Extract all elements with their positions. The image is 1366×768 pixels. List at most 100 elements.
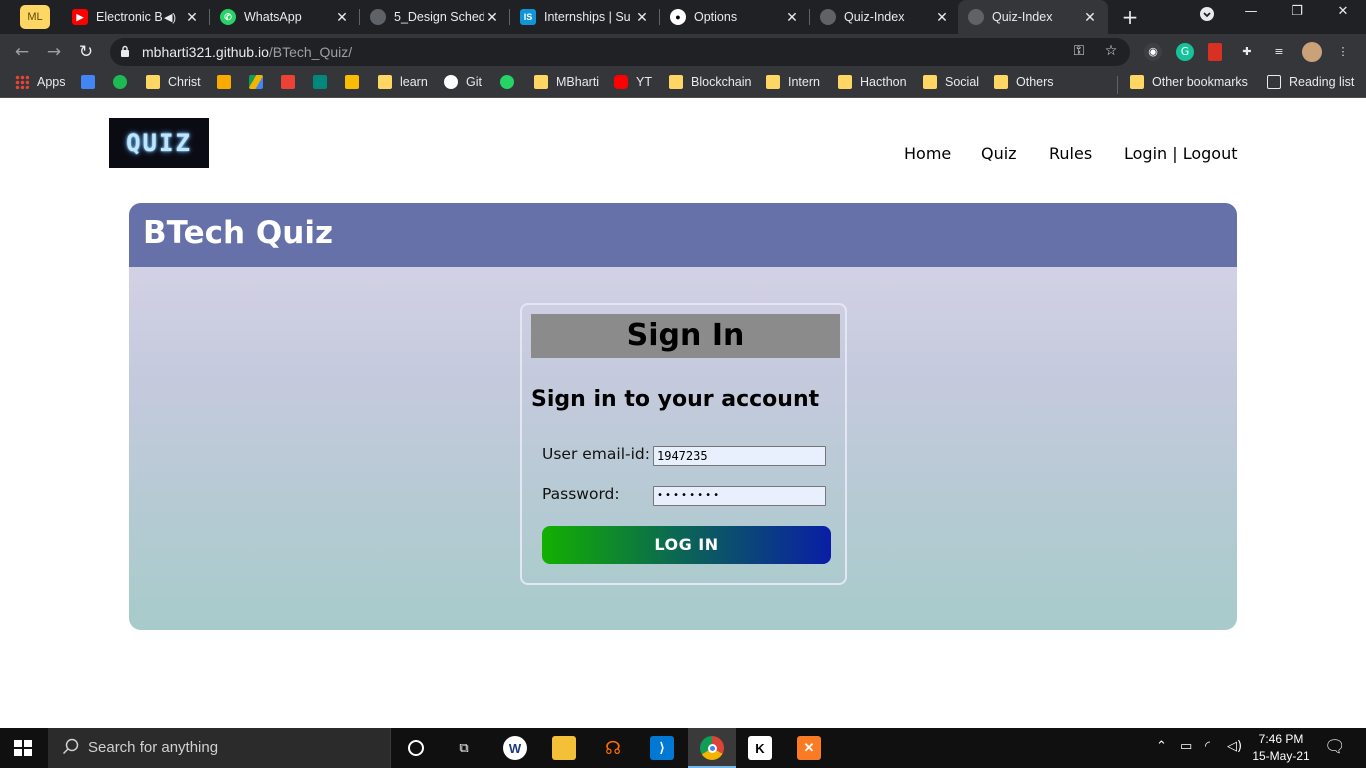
bookmark-others[interactable]: Others xyxy=(994,75,1054,89)
bookmark-google-keep[interactable] xyxy=(345,75,367,89)
bookmark-spotify[interactable] xyxy=(113,75,135,89)
avatar[interactable] xyxy=(1302,42,1322,62)
browser-toolbar: ← → ↻ mbharti321.github.io/BTech_Quiz/ ⚿… xyxy=(0,34,1366,70)
close-tab-icon[interactable]: ✕ xyxy=(934,9,950,26)
bookmark-git[interactable]: Git xyxy=(444,75,482,89)
grammarly-icon[interactable]: G xyxy=(1176,43,1194,61)
nav-home[interactable]: Home xyxy=(904,144,951,163)
bookmark-social[interactable]: Social xyxy=(923,75,979,89)
google-translate-icon xyxy=(81,75,95,89)
bookmark-label: Intern xyxy=(788,75,820,89)
close-tab-icon[interactable]: ✕ xyxy=(484,9,500,26)
forward-icon[interactable]: → xyxy=(43,41,65,63)
close-window-icon[interactable]: ✕ xyxy=(1328,4,1358,19)
close-tab-icon[interactable]: ✕ xyxy=(634,9,650,26)
close-tab-icon[interactable]: ✕ xyxy=(1082,9,1098,26)
eclipse-icon[interactable]: ☊ xyxy=(601,736,625,760)
browser-tab-strip: ML ▶ Electronic B ◀) ✕ ✆ WhatsApp ✕ 5_De… xyxy=(0,0,1366,34)
nav-quiz[interactable]: Quiz xyxy=(981,144,1017,163)
password-field[interactable]: •••••••• xyxy=(653,486,826,506)
extension-owl-icon[interactable]: ◉ xyxy=(1144,43,1162,61)
file-explorer-icon[interactable] xyxy=(552,736,576,760)
web-page: QUIZ Home Quiz Rules Login | Logout BTec… xyxy=(0,98,1366,728)
apps-grid-icon xyxy=(15,75,29,89)
close-tab-icon[interactable]: ✕ xyxy=(784,9,800,26)
tab-quiz-index-active[interactable]: Quiz-Index ✕ xyxy=(958,0,1108,34)
reading-list[interactable]: Reading list xyxy=(1267,75,1354,89)
tab-title: Electronic B xyxy=(96,10,162,24)
nav-login-logout[interactable]: Login | Logout xyxy=(1124,144,1238,163)
bookmark-blockchain[interactable]: Blockchain xyxy=(669,75,751,89)
extensions-puzzle-icon[interactable]: ✚ xyxy=(1238,43,1256,61)
bookmark-learn[interactable]: learn xyxy=(378,75,428,89)
tab-design-schedule[interactable]: 5_Design Schedu ✕ xyxy=(360,0,510,34)
menu-kebab-icon[interactable]: ⋮ xyxy=(1334,43,1352,61)
close-tab-icon[interactable]: ✕ xyxy=(334,9,350,26)
profile-badge[interactable]: ML xyxy=(20,5,50,29)
taskbar-clock[interactable]: 7:46 PM 15-May-21 xyxy=(1250,731,1312,765)
vscode-icon[interactable]: ⟩ xyxy=(650,736,674,760)
windows-start-icon[interactable] xyxy=(14,740,32,756)
extension-red-icon[interactable] xyxy=(1208,43,1222,61)
back-icon[interactable]: ← xyxy=(11,41,33,63)
tab-quiz-index[interactable]: Quiz-Index ✕ xyxy=(810,0,960,34)
globe-icon xyxy=(370,9,386,25)
tab-search-icon[interactable] xyxy=(1192,6,1222,26)
other-bookmarks[interactable]: Other bookmarks xyxy=(1130,75,1248,89)
app-k-icon[interactable]: K xyxy=(748,736,772,760)
bookmark-apps[interactable]: Apps xyxy=(15,75,66,89)
cortana-icon[interactable] xyxy=(404,736,428,760)
site-logo[interactable]: QUIZ xyxy=(109,118,209,168)
task-view-icon[interactable]: ⧉ xyxy=(452,736,476,760)
app-w-icon[interactable]: W xyxy=(503,736,527,760)
tab-title: Options xyxy=(694,10,738,24)
reload-icon[interactable]: ↻ xyxy=(75,41,97,63)
bookmark-hacthon[interactable]: Hacthon xyxy=(838,75,907,89)
volume-icon[interactable]: ◁) xyxy=(1227,739,1242,754)
tab-options[interactable]: ● Options ✕ xyxy=(660,0,810,34)
key-icon[interactable]: ⚿ xyxy=(1070,43,1088,61)
tab-youtube[interactable]: ▶ Electronic B ◀) ✕ xyxy=(62,0,210,34)
bookmark-whatsapp[interactable] xyxy=(500,75,522,89)
restore-icon[interactable]: ❐ xyxy=(1282,4,1312,19)
folder-icon xyxy=(669,75,683,89)
nav-rules[interactable]: Rules xyxy=(1049,144,1092,163)
lock-icon[interactable] xyxy=(120,45,130,57)
folder-icon xyxy=(994,75,1008,89)
tab-internships[interactable]: IS Internships | Su ✕ xyxy=(510,0,660,34)
xampp-icon[interactable]: ✕ xyxy=(797,736,821,760)
chevron-up-icon[interactable]: ⌃ xyxy=(1156,739,1167,754)
address-bar[interactable]: mbharti321.github.io/BTech_Quiz/ ⚿ ☆ xyxy=(110,38,1130,66)
tab-whatsapp[interactable]: ✆ WhatsApp ✕ xyxy=(210,0,360,34)
taskbar-search[interactable]: Search for anything xyxy=(48,728,391,768)
speaker-icon[interactable]: ◀) xyxy=(162,11,178,24)
battery-icon[interactable]: ▭ xyxy=(1180,739,1192,754)
tab-title: 5_Design Schedu xyxy=(394,10,484,24)
bookmark-google-translate[interactable] xyxy=(81,75,103,89)
bookmark-yt[interactable]: YT xyxy=(614,75,652,89)
chrome-icon[interactable] xyxy=(700,736,724,760)
bookmark-christ[interactable]: Christ xyxy=(146,75,201,89)
new-tab-button[interactable]: + xyxy=(1120,6,1140,28)
login-button[interactable]: LOG IN xyxy=(542,526,831,564)
google-meet-icon xyxy=(313,75,327,89)
wifi-icon[interactable]: ◜ xyxy=(1205,739,1210,754)
bookmark-intern[interactable]: Intern xyxy=(766,75,820,89)
media-control-icon[interactable]: ≡ xyxy=(1270,43,1288,61)
minimize-icon[interactable]: — xyxy=(1236,4,1266,19)
bookmark-label: Other bookmarks xyxy=(1152,75,1248,89)
bookmarks-divider xyxy=(1117,76,1118,94)
url-text[interactable]: mbharti321.github.io/BTech_Quiz/ xyxy=(142,44,352,60)
bookmark-google-meet[interactable] xyxy=(313,75,335,89)
notifications-icon[interactable]: 🗨 xyxy=(1324,737,1346,757)
bookmark-google-classroom[interactable] xyxy=(217,75,239,89)
bookmark-google-drive[interactable] xyxy=(249,75,271,89)
bookmark-gmail[interactable] xyxy=(281,75,303,89)
bookmark-star-icon[interactable]: ☆ xyxy=(1102,43,1120,61)
bookmark-mbharti[interactable]: MBharti xyxy=(534,75,599,89)
search-icon xyxy=(62,738,79,755)
globe-icon xyxy=(820,9,836,25)
google-classroom-icon xyxy=(217,75,231,89)
email-field[interactable]: 1947235 xyxy=(653,446,826,466)
close-tab-icon[interactable]: ✕ xyxy=(184,9,200,26)
